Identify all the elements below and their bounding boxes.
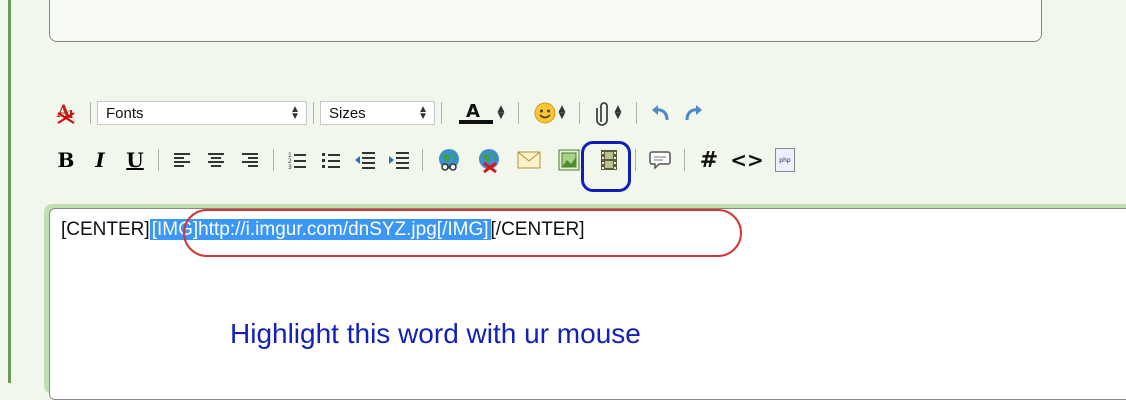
insert-image-highlight-box [581, 141, 631, 192]
unordered-list-icon [322, 153, 340, 168]
smiley-icon [534, 102, 556, 124]
undo-icon [652, 105, 669, 121]
bold-button[interactable]: B [50, 146, 82, 174]
toolbar-divider [684, 149, 685, 171]
underline-button[interactable]: U [118, 146, 152, 174]
toolbar-row-2: B I U 1 2 3 # <> php [50, 145, 803, 175]
toolbar-divider [422, 149, 423, 171]
ordered-list-icon: 1 2 3 [288, 152, 306, 170]
toolbar-divider [636, 102, 637, 124]
indent-icon [389, 152, 409, 169]
attachment-button[interactable]: ▲ ▼ [586, 99, 630, 127]
php-icon: php [775, 148, 795, 172]
insert-image-icon [439, 149, 459, 171]
php-button[interactable]: php [767, 146, 803, 174]
insert-image-button[interactable] [429, 146, 469, 174]
indent-button[interactable] [382, 146, 416, 174]
outdent-icon [355, 152, 375, 169]
remove-link-icon [479, 149, 499, 173]
remove-format-icon: A 1 [56, 102, 75, 124]
redo-icon [685, 105, 702, 121]
undo-button[interactable] [643, 99, 677, 127]
toolbar-row-1: A 1 Fonts ▲▼ Sizes ▲▼ A ▲▼ ▲▼ [50, 98, 711, 128]
dropdown-arrows-icon: ▲ ▼ [497, 104, 505, 121]
italic-button[interactable]: I [82, 146, 118, 174]
quote-button[interactable] [642, 146, 678, 174]
align-right-icon [242, 153, 258, 167]
align-center-button[interactable] [199, 146, 233, 174]
attachment-icon [595, 102, 608, 126]
dropdown-arrows-icon: ▲ ▼ [558, 104, 566, 121]
redo-button[interactable] [677, 99, 711, 127]
fonts-select[interactable]: Fonts ▲ ▼ [97, 101, 307, 125]
toolbar-divider [518, 102, 519, 124]
align-right-button[interactable] [233, 146, 267, 174]
toolbar-divider [158, 149, 159, 171]
outdent-button[interactable] [348, 146, 382, 174]
select-arrows-icon: ▲ ▼ [418, 104, 428, 122]
align-left-icon [174, 153, 190, 167]
left-border [8, 0, 11, 383]
font-color-button[interactable]: A ▲ ▼ [448, 99, 512, 127]
remove-link-button[interactable] [469, 146, 509, 174]
smiley-button[interactable]: ▲ ▼ [525, 99, 573, 127]
sizes-select-label: Sizes [329, 104, 366, 122]
toolbar-divider [90, 102, 91, 124]
quote-icon [649, 151, 671, 170]
code-button[interactable]: <> [727, 146, 767, 174]
fonts-select-label: Fonts [106, 104, 144, 122]
svg-text:A: A [466, 101, 480, 122]
toolbar-divider [441, 102, 442, 124]
toolbar-divider [273, 149, 274, 171]
php-icon-label: php [779, 156, 791, 164]
bbcode-open-center: [CENTER] [61, 219, 150, 240]
toolbar-divider [635, 149, 636, 171]
email-icon [517, 151, 541, 169]
sizes-select[interactable]: Sizes ▲ ▼ [320, 101, 435, 125]
ordered-list-button[interactable]: 1 2 3 [280, 146, 314, 174]
dropdown-arrows-icon: ▲ ▼ [614, 104, 622, 121]
remove-format-button[interactable]: A 1 [50, 99, 84, 127]
hash-button[interactable]: # [691, 146, 727, 174]
instruction-text: Highlight this word with ur mouse [208, 311, 838, 357]
selection-annotation-oval [183, 209, 742, 257]
unordered-list-button[interactable] [314, 146, 348, 174]
previous-text-area[interactable] [49, 0, 1042, 42]
align-center-icon [208, 153, 224, 167]
svg-text:3: 3 [288, 164, 292, 170]
email-button[interactable] [509, 146, 549, 174]
font-color-icon: A [458, 101, 493, 124]
align-left-button[interactable] [165, 146, 199, 174]
select-arrows-icon: ▲ ▼ [290, 104, 300, 122]
toolbar-divider [313, 102, 314, 124]
toolbar-divider [579, 102, 580, 124]
image-frame-icon [558, 149, 580, 171]
